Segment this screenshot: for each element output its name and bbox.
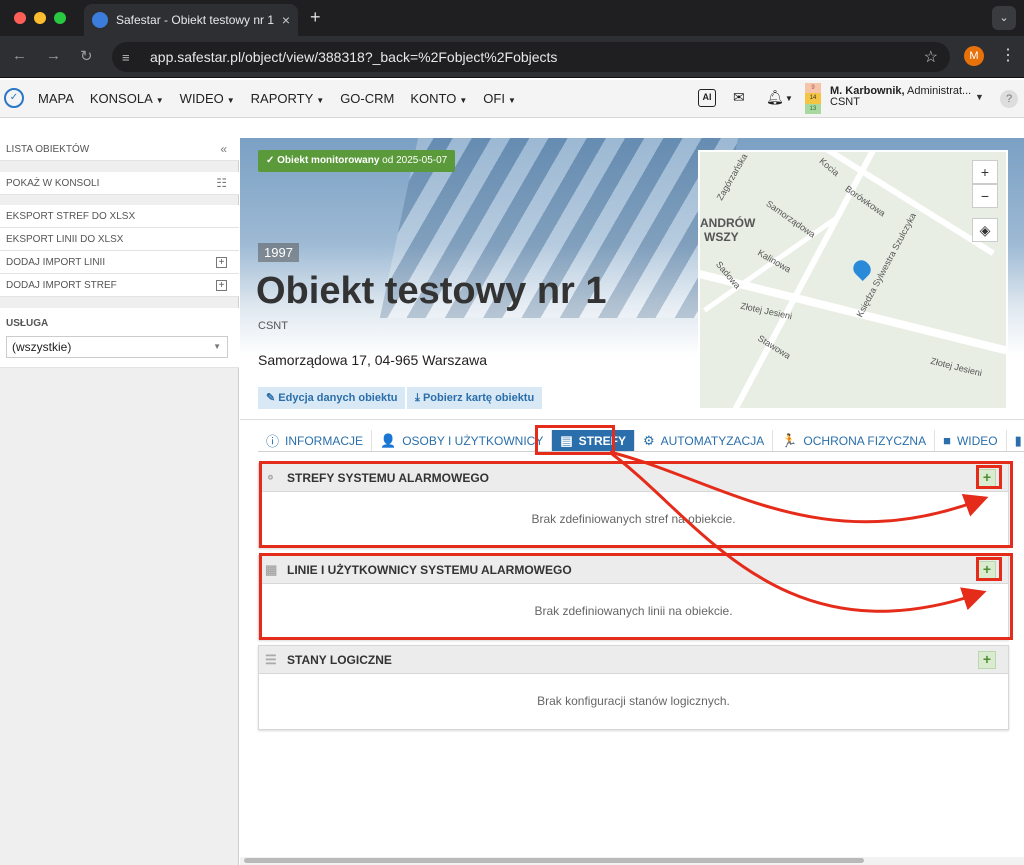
arrow-to-add-line	[611, 452, 987, 613]
annotation-arrows	[609, 450, 989, 613]
scrollbar-thumb[interactable]	[244, 858, 864, 863]
arrow-to-add-zone	[609, 450, 989, 524]
horizontal-scrollbar[interactable]	[240, 857, 1024, 865]
